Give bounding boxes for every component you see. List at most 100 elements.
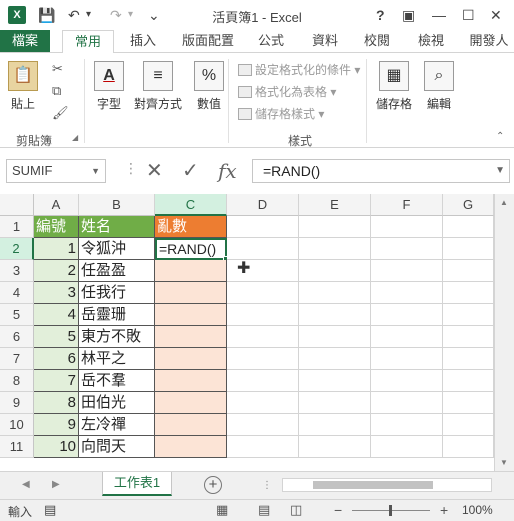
add-sheet-icon[interactable]: + [204, 476, 222, 494]
zoom-in-icon[interactable]: + [440, 502, 448, 518]
cells-button[interactable]: ▦ 儲存格 [376, 61, 412, 112]
random-cell[interactable] [155, 260, 227, 282]
sheet-nav-prev-icon[interactable]: ◀ [22, 479, 30, 490]
empty-cell[interactable] [227, 304, 299, 326]
empty-cell[interactable] [299, 304, 371, 326]
empty-cell[interactable] [443, 414, 494, 436]
number-cell[interactable]: 7 [34, 370, 79, 392]
number-cell[interactable]: 10 [34, 436, 79, 458]
format-painter-icon[interactable]: 🖌 [52, 105, 69, 121]
empty-cell[interactable] [371, 282, 443, 304]
column-header-e[interactable]: E [299, 194, 371, 216]
name-cell[interactable]: 任盈盈 [79, 260, 155, 282]
name-cell[interactable]: 令狐沖 [79, 238, 155, 260]
empty-cell[interactable] [299, 282, 371, 304]
row-header-7[interactable]: 7 [0, 348, 34, 370]
row-header-5[interactable]: 5 [0, 304, 34, 326]
tab-formulas[interactable]: 公式 [250, 30, 292, 52]
formula-input[interactable]: =RAND() ▼ [252, 159, 510, 183]
random-cell[interactable] [155, 282, 227, 304]
empty-cell[interactable] [371, 260, 443, 282]
header-cell-random[interactable]: 亂數 [155, 216, 227, 238]
column-header-f[interactable]: F [371, 194, 443, 216]
empty-cell[interactable] [299, 436, 371, 458]
font-button[interactable]: A 字型 [94, 61, 124, 112]
vertical-scrollbar[interactable]: ▲ ▼ [494, 194, 514, 471]
expand-formula-bar-icon[interactable]: ▼ [495, 160, 505, 182]
tab-developer[interactable]: 開發人 [464, 30, 514, 52]
name-box[interactable]: SUMIF ▼ [6, 159, 106, 183]
column-header-c[interactable]: C [155, 194, 227, 216]
empty-cell[interactable] [371, 414, 443, 436]
row-header-2[interactable]: 2 [0, 238, 34, 260]
close-icon[interactable]: ✕ [490, 5, 502, 25]
active-cell-c2[interactable]: =RAND() [155, 238, 227, 260]
sheet-tab-1[interactable]: 工作表1 [102, 472, 172, 496]
number-cell[interactable]: 1 [34, 238, 79, 260]
name-cell[interactable]: 任我行 [79, 282, 155, 304]
header-cell-name[interactable]: 姓名 [79, 216, 155, 238]
restore-icon[interactable]: ☐ [462, 5, 475, 25]
empty-cell[interactable] [299, 348, 371, 370]
page-break-preview-icon[interactable]: ◫ [290, 502, 302, 518]
normal-view-icon[interactable]: ▦ [216, 502, 228, 518]
empty-cell[interactable] [227, 436, 299, 458]
clipboard-launcher-icon[interactable]: ◢ [72, 133, 78, 142]
number-cell[interactable]: 5 [34, 326, 79, 348]
row-header-4[interactable]: 4 [0, 282, 34, 304]
empty-cell[interactable] [371, 348, 443, 370]
paste-button[interactable]: 📋 貼上 [8, 61, 38, 112]
zoom-out-icon[interactable]: − [334, 502, 342, 518]
name-cell[interactable]: 岳靈珊 [79, 304, 155, 326]
empty-cell[interactable] [443, 348, 494, 370]
name-cell[interactable]: 林平之 [79, 348, 155, 370]
cell-styles-button[interactable]: 儲存格樣式 ▾ [238, 105, 324, 122]
zoom-level[interactable]: 100% [462, 503, 493, 517]
page-layout-view-icon[interactable]: ▤ [258, 502, 270, 518]
empty-cell[interactable] [227, 282, 299, 304]
name-cell[interactable]: 田伯光 [79, 392, 155, 414]
empty-cell[interactable] [371, 216, 443, 238]
random-cell[interactable] [155, 326, 227, 348]
column-header-g[interactable]: G [443, 194, 494, 216]
name-box-dropdown-icon[interactable]: ▼ [91, 160, 100, 182]
row-header-6[interactable]: 6 [0, 326, 34, 348]
number-cell[interactable]: 2 [34, 260, 79, 282]
number-cell[interactable]: 9 [34, 414, 79, 436]
name-cell[interactable]: 岳不羣 [79, 370, 155, 392]
empty-cell[interactable] [299, 326, 371, 348]
column-header-a[interactable]: A [34, 194, 79, 216]
number-cell[interactable]: 4 [34, 304, 79, 326]
insert-function-icon[interactable]: fx [218, 159, 237, 183]
row-header-1[interactable]: 1 [0, 216, 34, 238]
enter-icon[interactable]: ✓ [182, 159, 199, 183]
collapse-ribbon-icon[interactable]: ⌃ [496, 131, 504, 142]
select-all-button[interactable] [0, 194, 34, 216]
alignment-button[interactable]: ≡ 對齊方式 [134, 61, 182, 112]
cancel-icon[interactable]: ✕ [146, 159, 163, 183]
random-cell[interactable] [155, 436, 227, 458]
empty-cell[interactable] [371, 326, 443, 348]
empty-cell[interactable] [299, 238, 371, 260]
number-cell[interactable]: 3 [34, 282, 79, 304]
empty-cell[interactable] [443, 304, 494, 326]
empty-cell[interactable] [371, 304, 443, 326]
name-cell[interactable]: 向問天 [79, 436, 155, 458]
empty-cell[interactable] [443, 238, 494, 260]
empty-cell[interactable] [227, 326, 299, 348]
row-header-11[interactable]: 11 [0, 436, 34, 458]
tab-file[interactable]: 檔案 [0, 30, 50, 52]
empty-cell[interactable] [299, 370, 371, 392]
name-cell[interactable]: 左冷禪 [79, 414, 155, 436]
scroll-up-icon[interactable]: ▲ [500, 198, 508, 207]
tab-data[interactable]: 資料 [304, 30, 346, 52]
random-cell[interactable] [155, 414, 227, 436]
random-cell[interactable] [155, 392, 227, 414]
formula-bar-splitter-icon[interactable]: ⋮ [124, 160, 138, 177]
zoom-slider-handle[interactable] [389, 505, 392, 516]
tab-insert[interactable]: 插入 [122, 30, 164, 52]
minimize-icon[interactable]: — [432, 5, 446, 25]
number-cell[interactable]: 6 [34, 348, 79, 370]
empty-cell[interactable] [371, 370, 443, 392]
empty-cell[interactable] [299, 414, 371, 436]
